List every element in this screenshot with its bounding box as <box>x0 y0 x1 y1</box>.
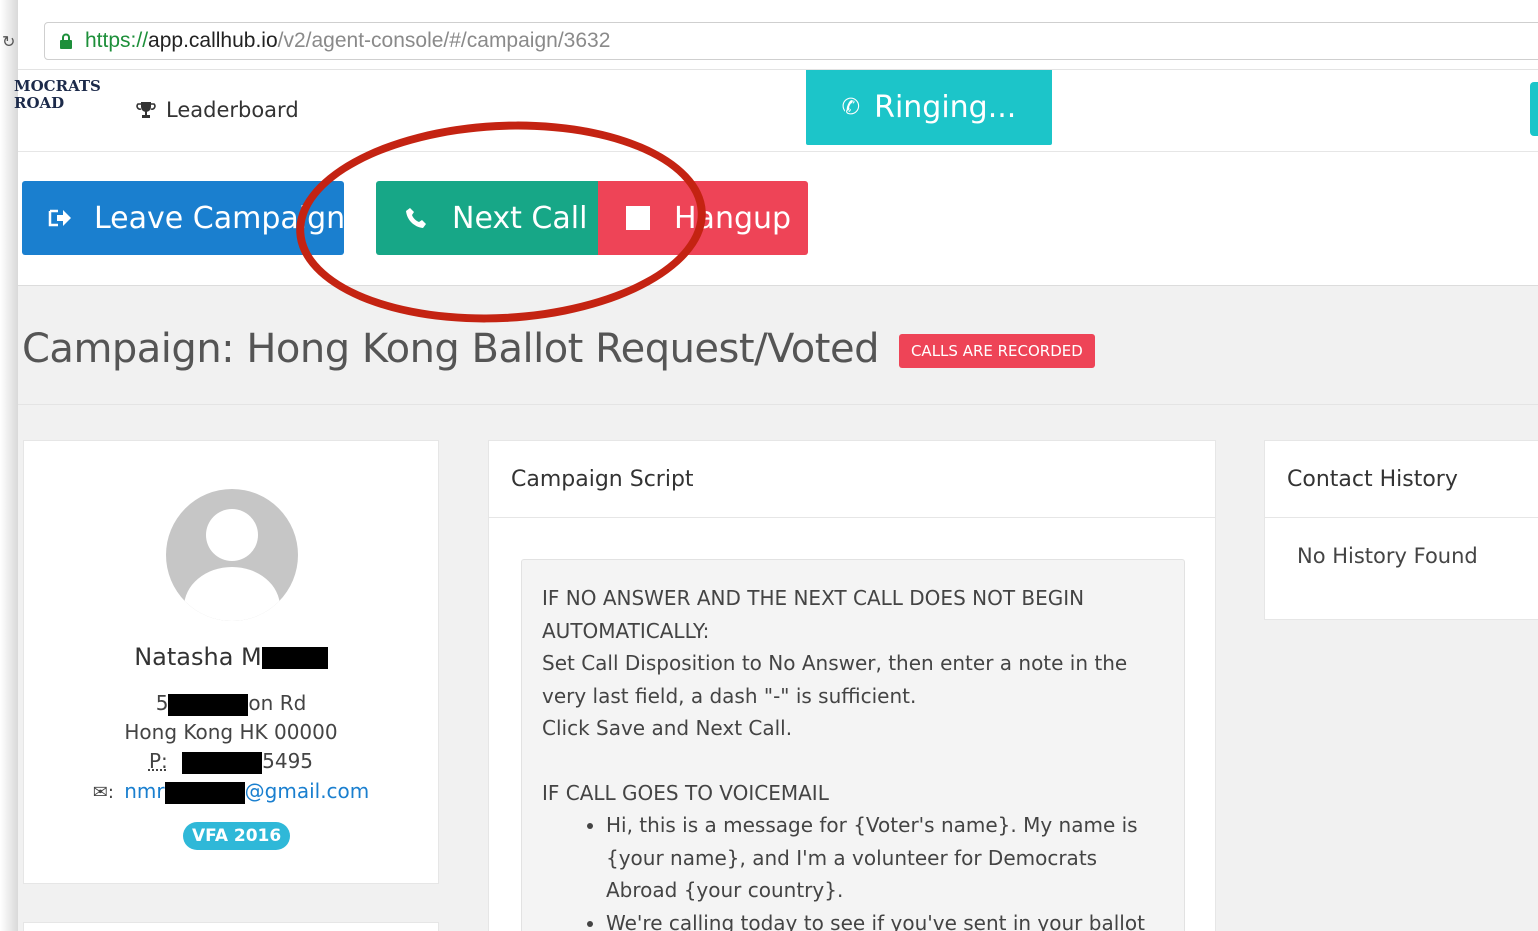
contact-history-header: Contact History <box>1265 441 1538 518</box>
leaderboard-label: Leaderboard <box>166 98 299 122</box>
no-history-text: No History Found <box>1297 544 1478 568</box>
redaction-bar <box>261 647 328 669</box>
address-field[interactable]: https://app.callhub.io/v2/agent-console/… <box>44 22 1538 60</box>
redaction-bar <box>168 693 249 716</box>
logo-line-2: ROAD <box>14 94 65 112</box>
hangup-label: Hangup <box>674 200 792 236</box>
contact-tag: VFA 2016 <box>183 822 291 850</box>
call-toolbar: Leave Campaign Next Call Hangup <box>18 152 1538 286</box>
recording-badge: CALLS ARE RECORDED <box>898 334 1095 368</box>
email-suffix[interactable]: @gmail.com <box>245 779 370 803</box>
secondary-card <box>23 922 439 931</box>
lock-icon <box>60 33 72 49</box>
next-call-button[interactable]: Next Call <box>376 181 598 255</box>
call-status-indicator: ✆ Ringing... <box>806 70 1052 145</box>
address-prefix: 5 <box>155 691 169 715</box>
phone-ringing-icon: ✆ <box>841 95 861 120</box>
campaign-script-header: Campaign Script <box>489 441 1215 518</box>
contact-card: Natasha M 5 on Rd Hong Kong HK 00000 P: 5… <box>23 440 439 884</box>
script-heading-voicemail: IF CALL GOES TO VOICEMAIL <box>542 780 829 805</box>
url-host: app.callhub.io <box>148 29 278 52</box>
trophy-icon <box>136 102 156 118</box>
header-right-button[interactable] <box>1530 82 1538 136</box>
script-bullet-list: Hi, this is a message for {Voter's name}… <box>542 809 1164 931</box>
redaction-bar <box>182 751 263 774</box>
contact-email-line[interactable]: ✉: nmr @gmail.com <box>24 779 438 804</box>
redaction-bar <box>164 781 245 804</box>
script-bullet: We're calling today to see if you've sen… <box>606 907 1164 931</box>
campaign-script-card: Campaign Script IF NO ANSWER AND THE NEX… <box>488 440 1216 931</box>
contact-name: Natasha M <box>24 643 438 671</box>
leave-campaign-label: Leave Campaign <box>94 200 344 236</box>
logo-line-1: MOCRATS <box>14 77 101 95</box>
email-prefix[interactable]: nmr <box>124 779 164 803</box>
url-text: https://app.callhub.io/v2/agent-console/… <box>85 29 610 53</box>
script-line: Click Save and Next Call. <box>542 716 793 740</box>
next-call-label: Next Call <box>452 200 588 236</box>
contact-name-text: Natasha M <box>134 643 262 671</box>
hangup-button[interactable]: Hangup <box>598 181 808 255</box>
browser-url-bar: ↻ https://app.callhub.io/v2/agent-consol… <box>2 10 1538 70</box>
url-path: /v2/agent-console/#/campaign/3632 <box>277 29 611 52</box>
democrats-abroad-logo[interactable]: MOCRATS ROAD <box>14 78 101 112</box>
envelope-icon: ✉: <box>92 782 114 803</box>
phone-suffix: 5495 <box>262 749 314 773</box>
phone-icon <box>402 206 430 230</box>
script-heading-no-answer: IF NO ANSWER AND THE NEXT CALL DOES NOT … <box>542 586 1085 643</box>
address-suffix: on Rd <box>248 691 307 715</box>
sign-out-icon <box>48 207 72 229</box>
reload-icon[interactable]: ↻ <box>2 32 15 51</box>
app-header: MOCRATS ROAD Leaderboard ✆ Ringing... <box>14 70 1538 152</box>
stop-icon <box>624 206 652 230</box>
url-scheme: https:// <box>85 29 149 52</box>
leave-campaign-button[interactable]: Leave Campaign <box>22 181 344 255</box>
avatar <box>166 489 298 621</box>
script-line: Set Call Disposition to No Answer, then … <box>542 651 1128 708</box>
contact-city-line: Hong Kong HK 00000 <box>124 720 338 744</box>
screenshot-shadow <box>0 0 18 931</box>
phone-label: P: <box>148 749 168 773</box>
call-status-text: Ringing... <box>874 90 1017 125</box>
contact-address-line: 5 on Rd <box>24 691 438 716</box>
leaderboard-link[interactable]: Leaderboard <box>136 98 299 122</box>
divider <box>18 404 1538 405</box>
main-content: Campaign: Hong Kong Ballot Request/Voted… <box>18 286 1538 931</box>
page-title: Campaign: Hong Kong Ballot Request/Voted <box>22 326 879 372</box>
script-bullet: Hi, this is a message for {Voter's name}… <box>606 809 1164 907</box>
campaign-title-row: Campaign: Hong Kong Ballot Request/Voted… <box>22 326 1095 372</box>
contact-history-card: Contact History No History Found <box>1264 440 1538 620</box>
contact-phone-line: P: 5495 <box>24 749 438 774</box>
script-content: IF NO ANSWER AND THE NEXT CALL DOES NOT … <box>521 559 1185 931</box>
